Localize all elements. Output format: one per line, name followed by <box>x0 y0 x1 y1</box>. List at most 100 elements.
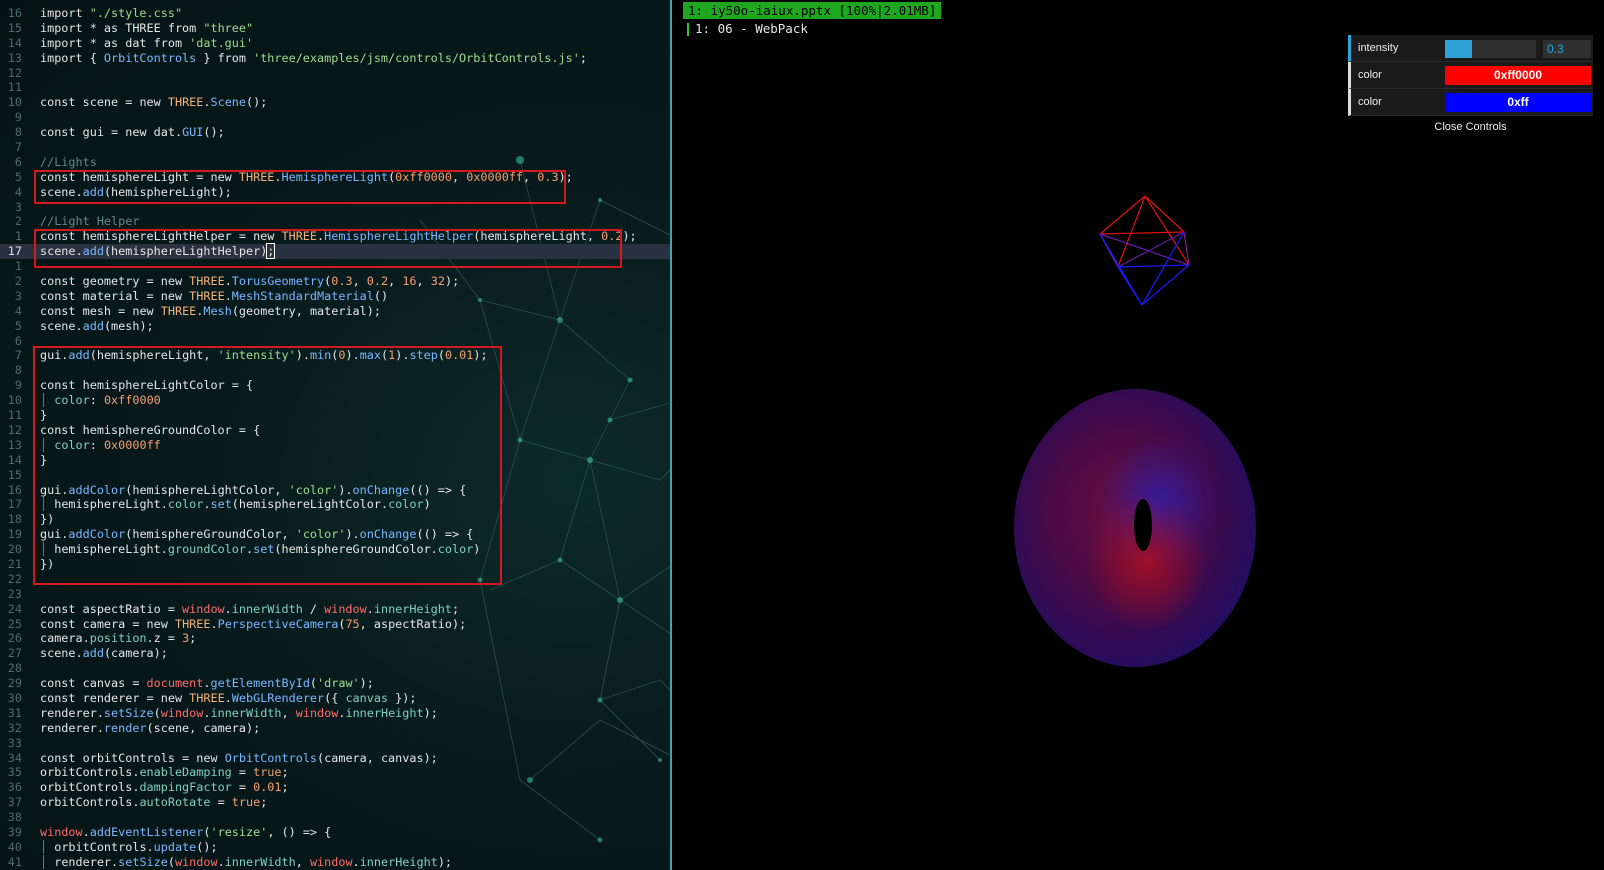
viewer-title-bar: 1: iy50o-iaiux.pptx [100%|2.01MB] <box>683 2 942 19</box>
code-line[interactable]: 3 const material = new THREE.MeshStandard… <box>0 289 670 304</box>
code-line[interactable]: 39 window.addEventListener('resize', () =… <box>0 825 670 840</box>
code-token: dampingFactor <box>139 780 232 795</box>
intensity-controller[interactable]: intensity 0.3 <box>1348 35 1593 62</box>
code-token: import * as dat from <box>40 35 190 50</box>
code-token: , <box>281 705 296 720</box>
code-token: . <box>366 601 374 616</box>
code-line[interactable]: 26 camera.position.z = 3; <box>0 631 670 646</box>
code-line[interactable]: 14 import * as dat from 'dat.gui' <box>0 36 670 51</box>
code-line[interactable]: 35 orbitControls.enableDamping = true; <box>0 765 670 780</box>
code-line[interactable]: 10 const scene = new THREE.Scene(); <box>0 95 670 110</box>
code-token: ; <box>281 765 289 780</box>
line-number: 38 <box>7 810 22 825</box>
code-line[interactable]: 15 import * as THREE from "three" <box>0 21 670 36</box>
code-token: (); <box>196 839 218 854</box>
line-number: 39 <box>7 824 22 839</box>
code-line[interactable]: 41 │ renderer.setSize(window.innerWidth, … <box>0 855 670 870</box>
code-line[interactable]: 32 renderer.render(scene, camera); <box>0 721 670 736</box>
code-token: , <box>416 274 431 289</box>
line-number: 15 <box>7 20 22 35</box>
line-number: 7 <box>14 348 22 363</box>
code-token: (mesh); <box>103 318 154 333</box>
code-line[interactable]: 2 const geometry = new THREE.TorusGeometr… <box>0 274 670 289</box>
code-token: window <box>324 601 367 616</box>
code-token: innerWidth <box>224 854 296 869</box>
code-token: ; <box>579 50 587 65</box>
code-token: innerHeight <box>373 601 452 616</box>
code-line[interactable]: 34 const orbitControls = new OrbitControl… <box>0 751 670 766</box>
code-line[interactable]: 16 import "./style.css" <box>0 6 670 21</box>
code-token: 0.3 <box>331 274 353 289</box>
code-line[interactable]: 27 scene.add(camera); <box>0 646 670 661</box>
code-line[interactable]: 9 <box>0 110 670 125</box>
code-line[interactable]: 4 const mesh = new THREE.Mesh(geometry, m… <box>0 304 670 319</box>
intensity-slider[interactable] <box>1445 40 1536 58</box>
code-token: }); <box>388 690 417 705</box>
code-token: Mesh <box>203 303 232 318</box>
line-number: 24 <box>7 601 22 616</box>
code-token: const orbitControls = <box>40 750 197 765</box>
ground-color-controller[interactable]: color 0xff <box>1348 89 1593 116</box>
line-text: scene.add(camera); <box>40 646 168 661</box>
code-line[interactable]: 12 <box>0 66 670 81</box>
line-number: 3 <box>14 288 22 303</box>
code-line[interactable]: 8 const gui = new dat.GUI(); <box>0 125 670 140</box>
code-line[interactable]: 7 <box>0 140 670 155</box>
line-number: 26 <box>7 631 22 646</box>
code-token: ( <box>309 676 318 691</box>
code-token: . <box>224 690 232 705</box>
code-token: update <box>153 839 197 854</box>
code-token: import * as THREE from <box>40 20 204 35</box>
code-token: //Light Helper <box>40 214 140 229</box>
sky-color-controller[interactable]: color 0xff0000 <box>1348 62 1593 89</box>
code-line[interactable]: 23 <box>0 587 670 602</box>
code-line[interactable]: 2 //Light Helper <box>0 214 670 229</box>
code-line[interactable]: 30 const renderer = new THREE.WebGLRender… <box>0 691 670 706</box>
dat-gui-panel[interactable]: intensity 0.3 color 0xff0000 color 0xff … <box>1348 35 1593 138</box>
line-number: 12 <box>7 422 22 437</box>
code-token: } from <box>196 50 254 65</box>
code-token: = <box>210 795 232 810</box>
code-line[interactable]: 38 <box>0 810 670 825</box>
code-token: setSize <box>118 854 168 869</box>
line-number: 36 <box>7 780 22 795</box>
code-token: orbitControls. <box>40 765 140 780</box>
code-line[interactable]: 6 //Lights <box>0 155 670 170</box>
line-text: //Lights <box>40 155 97 170</box>
code-editor[interactable]: 16 import "./style.css" 15 import * as THRE… <box>0 0 670 870</box>
code-line[interactable]: 36 orbitControls.dampingFactor = 0.01; <box>0 780 670 795</box>
code-line[interactable]: 11 <box>0 80 670 95</box>
line-number: 6 <box>14 154 22 169</box>
code-line[interactable]: 31 renderer.setSize(window.innerWidth, wi… <box>0 706 670 721</box>
sky-color-picker[interactable]: 0xff0000 <box>1445 66 1591 85</box>
code-line[interactable]: 28 <box>0 661 670 676</box>
line-text: //Light Helper <box>40 214 139 229</box>
code-token: 'dat.gui' <box>189 35 254 50</box>
line-text: const renderer = new THREE.WebGLRenderer… <box>40 691 417 706</box>
code-line[interactable]: 13 import { OrbitControls } from 'three/e… <box>0 51 670 66</box>
code-token: new <box>146 616 175 631</box>
code-line[interactable]: 29 const canvas = document.getElementById… <box>0 676 670 691</box>
code-token: THREE <box>160 303 197 318</box>
ground-color-picker[interactable]: 0xff <box>1445 93 1591 112</box>
code-line[interactable]: 40 │ orbitControls.update(); <box>0 840 670 855</box>
code-token: window <box>295 705 339 720</box>
line-text: const scene = new THREE.Scene(); <box>40 95 267 110</box>
code-token: orbitControls. <box>40 795 140 810</box>
line-number: 32 <box>7 720 22 735</box>
code-line[interactable]: 25 const camera = new THREE.PerspectiveCa… <box>0 617 670 632</box>
highlight-helper-block <box>34 229 622 268</box>
code-token: . <box>217 854 225 869</box>
close-controls-button[interactable]: Close Controls <box>1348 116 1593 138</box>
code-line[interactable]: 5 scene.add(mesh); <box>0 319 670 334</box>
code-line[interactable]: 37 orbitControls.autoRotate = true; <box>0 795 670 810</box>
code-token: add <box>82 318 104 333</box>
line-text: const material = new THREE.MeshStandardM… <box>40 289 388 304</box>
line-number: 35 <box>7 765 22 780</box>
code-line[interactable]: 33 <box>0 736 670 751</box>
viewer-tab[interactable]: 1: 06 - WebPack <box>687 21 808 37</box>
viewer-tab-label: 1: 06 - WebPack <box>695 21 808 36</box>
line-number: 2 <box>14 274 22 289</box>
intensity-input[interactable]: 0.3 <box>1543 40 1591 58</box>
code-line[interactable]: 24 const aspectRatio = window.innerWidth … <box>0 602 670 617</box>
